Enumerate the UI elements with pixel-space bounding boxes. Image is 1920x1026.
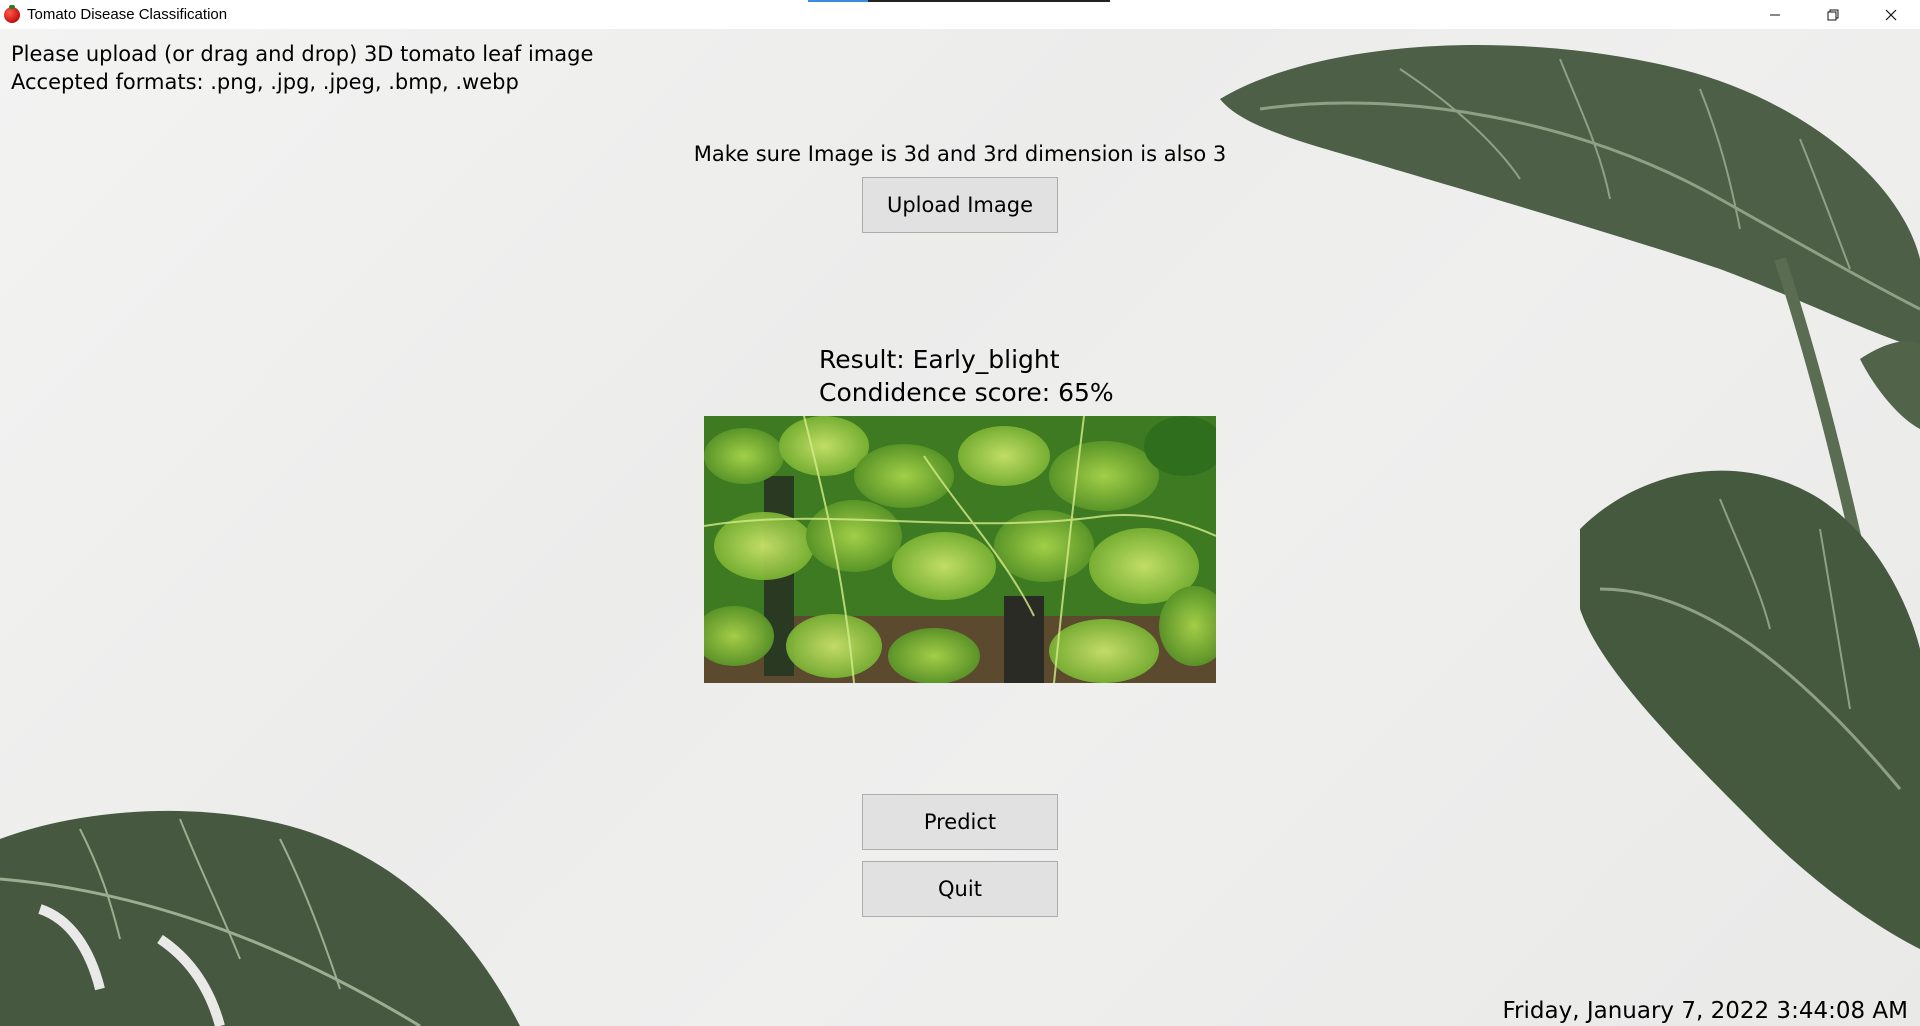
- minimize-button[interactable]: [1746, 0, 1804, 29]
- minimize-icon: [1770, 14, 1780, 15]
- client-area: Please upload (or drag and drop) 3D toma…: [0, 29, 1920, 1026]
- window-title: Tomato Disease Classification: [27, 6, 228, 23]
- upload-image-button[interactable]: Upload Image: [862, 177, 1058, 233]
- quit-button[interactable]: Quit: [862, 861, 1058, 917]
- result-block: Result: Early_blight Condidence score: 6…: [819, 343, 1114, 409]
- restore-button[interactable]: [1804, 0, 1862, 29]
- title-bar[interactable]: Tomato Disease Classification: [0, 0, 1920, 29]
- upload-instructions: Please upload (or drag and drop) 3D toma…: [11, 40, 593, 96]
- monstera-leaf-top-right-art: [1220, 44, 1920, 949]
- close-icon: [1885, 9, 1897, 20]
- predict-button[interactable]: Predict: [862, 794, 1058, 850]
- tomato-app-icon: [4, 4, 20, 23]
- datetime-label: Friday, January 7, 2022 3:44:08 AM: [1502, 998, 1909, 1024]
- restore-icon: [1827, 9, 1839, 20]
- image-requirement-note: Make sure Image is 3d and 3rd dimension …: [693, 142, 1227, 166]
- uploaded-leaf-image: [704, 416, 1216, 683]
- confidence-score-label: Condidence score: 65%: [819, 378, 1114, 407]
- close-button[interactable]: [1862, 0, 1920, 29]
- window-controls: [1746, 0, 1920, 29]
- instructions-line-2: Accepted formats: .png, .jpg, .jpeg, .bm…: [11, 70, 519, 94]
- result-label: Result: Early_blight: [819, 345, 1060, 374]
- instructions-line-1: Please upload (or drag and drop) 3D toma…: [11, 42, 594, 66]
- focus-strip-accent: [808, 0, 868, 2]
- app-window: Tomato Disease Classification Please upl…: [0, 0, 1920, 1026]
- tomato-leaf-photo: [704, 416, 1216, 683]
- monstera-leaf-bottom-left-art: [0, 810, 520, 1026]
